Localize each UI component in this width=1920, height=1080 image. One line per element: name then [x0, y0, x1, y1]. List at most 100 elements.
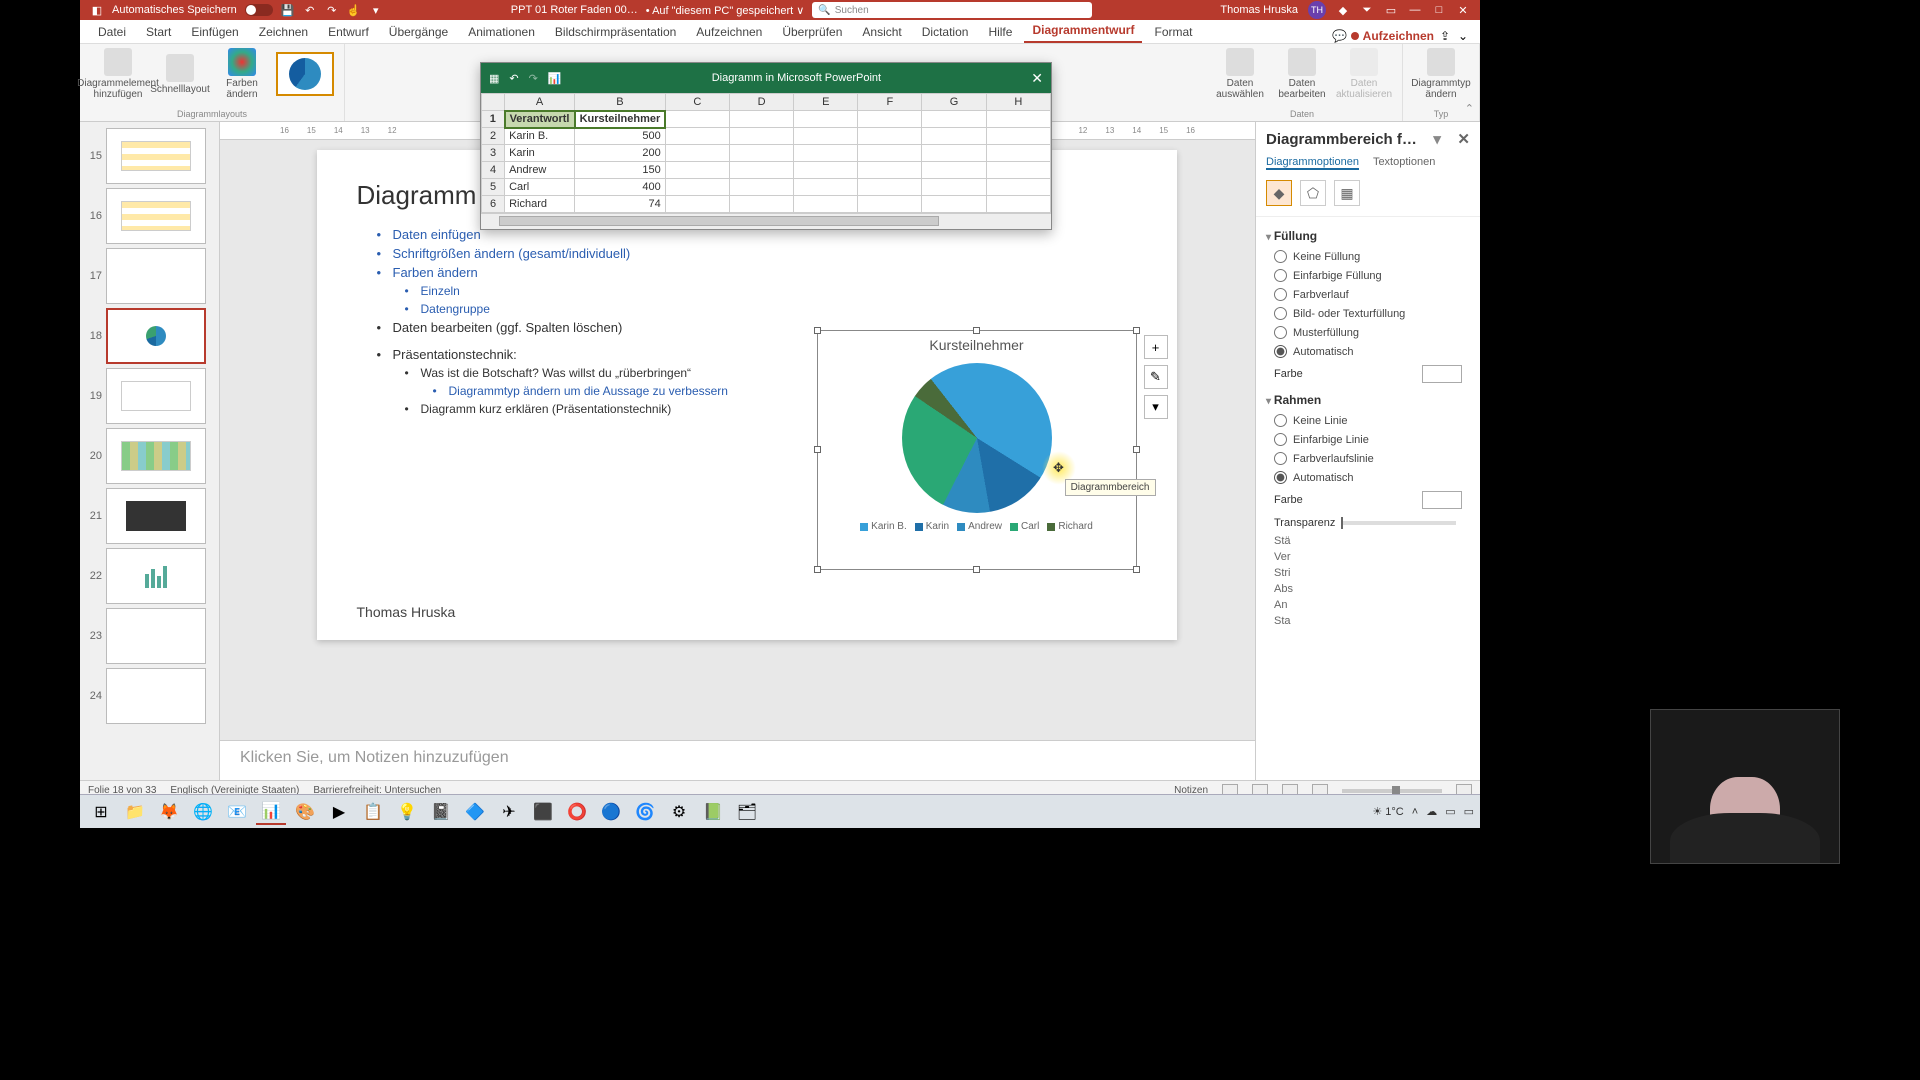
datasheet-h-scrollbar[interactable]: [481, 213, 1051, 229]
taskbar-app-icon[interactable]: 📋: [358, 799, 388, 825]
column-header[interactable]: D: [729, 94, 793, 111]
column-header[interactable]: H: [986, 94, 1050, 111]
zoom-slider[interactable]: [1342, 789, 1442, 793]
column-header[interactable]: A: [505, 94, 575, 111]
thumb-17[interactable]: 17: [80, 246, 219, 306]
start-button[interactable]: ⊞: [86, 799, 116, 825]
pie-chart[interactable]: [902, 363, 1052, 513]
settings-icon[interactable]: ⚙: [664, 799, 694, 825]
chart-title[interactable]: Kursteilnehmer: [818, 331, 1136, 359]
tab-hilfe[interactable]: Hilfe: [980, 21, 1020, 43]
thumb-18[interactable]: 18: [80, 306, 219, 366]
row-header[interactable]: 4: [482, 162, 505, 179]
taskbar-app-icon[interactable]: 🔷: [460, 799, 490, 825]
taskbar-app-icon[interactable]: 🌀: [630, 799, 660, 825]
resize-handle[interactable]: [973, 566, 980, 573]
cell[interactable]: Carl: [505, 179, 575, 196]
cell[interactable]: 200: [575, 145, 666, 162]
tab-format[interactable]: Format: [1146, 21, 1200, 43]
datasheet-chart-icon[interactable]: 📊: [548, 72, 562, 85]
ribbon-collapse-icon[interactable]: ⌃: [1465, 102, 1474, 115]
save-status[interactable]: • Auf "diesem PC" gespeichert ∨: [646, 4, 805, 17]
chart-legend[interactable]: Karin B. Karin Andrew Carl Richard: [818, 521, 1136, 532]
taskbar-app-icon[interactable]: 🗂: [732, 799, 762, 825]
transparency-slider[interactable]: [1341, 521, 1456, 525]
refresh-data-button[interactable]: Daten aktualisieren: [1336, 48, 1392, 100]
fill-color-picker[interactable]: [1422, 365, 1462, 383]
tab-bildschirm[interactable]: Bildschirmpräsentation: [547, 21, 684, 43]
tab-aufzeichnen[interactable]: Aufzeichnen: [688, 21, 770, 43]
vlc-icon[interactable]: ▶: [324, 799, 354, 825]
fill-option[interactable]: Keine Füllung: [1266, 247, 1470, 266]
user-avatar[interactable]: TH: [1308, 1, 1326, 19]
close-icon[interactable]: ✕: [1456, 3, 1470, 17]
column-header[interactable]: E: [794, 94, 858, 111]
select-all-cell[interactable]: [482, 94, 505, 111]
chart-styles-button[interactable]: ✎: [1144, 365, 1168, 389]
comments-icon[interactable]: 💬: [1333, 29, 1347, 43]
thumb-19[interactable]: 19: [80, 366, 219, 426]
tab-entwurf[interactable]: Entwurf: [320, 21, 377, 43]
outlook-icon[interactable]: 📧: [222, 799, 252, 825]
bullet[interactable]: Farben ändern: [377, 265, 1137, 280]
taskbar-app-icon[interactable]: ⭕: [562, 799, 592, 825]
row-header[interactable]: 3: [482, 145, 505, 162]
system-tray[interactable]: ☀ 1°C ˄ ☁ ▭ ▭: [1372, 805, 1474, 818]
datasheet-redo-icon[interactable]: ↷: [529, 72, 538, 85]
chart-filter-button[interactable]: ▾: [1144, 395, 1168, 419]
thumb-24[interactable]: 24: [80, 666, 219, 726]
onenote-icon[interactable]: 📓: [426, 799, 456, 825]
resize-handle[interactable]: [814, 446, 821, 453]
taskbar-app-icon[interactable]: 🎨: [290, 799, 320, 825]
border-option[interactable]: Automatisch: [1266, 468, 1470, 487]
effects-icon[interactable]: ⬠: [1300, 180, 1326, 206]
chrome-icon[interactable]: 🌐: [188, 799, 218, 825]
chart-datasheet-window[interactable]: ▦ ↶ ↷ 📊 Diagramm in Microsoft PowerPoint…: [480, 62, 1052, 230]
resize-handle[interactable]: [1133, 327, 1140, 334]
cell[interactable]: 500: [575, 128, 666, 145]
maximize-icon[interactable]: □: [1432, 3, 1446, 17]
thumb-23[interactable]: 23: [80, 606, 219, 666]
explorer-icon[interactable]: 📁: [120, 799, 150, 825]
add-chart-element-button[interactable]: Diagrammelement hinzufügen: [90, 48, 146, 100]
thumb-15[interactable]: 15: [80, 126, 219, 186]
size-properties-icon[interactable]: ▦: [1334, 180, 1360, 206]
change-colors-button[interactable]: Farben ändern: [214, 48, 270, 100]
border-option[interactable]: Keine Linie: [1266, 411, 1470, 430]
close-pane-icon[interactable]: ✕: [1457, 130, 1470, 148]
cell[interactable]: Karin B.: [505, 128, 575, 145]
record-button[interactable]: Aufzeichnen: [1351, 29, 1434, 43]
select-data-button[interactable]: Daten auswählen: [1212, 48, 1268, 100]
slide-author[interactable]: Thomas Hruska: [357, 604, 456, 620]
row-header[interactable]: 1: [482, 111, 505, 128]
cell[interactable]: Richard: [505, 196, 575, 213]
tab-datei[interactable]: Datei: [90, 21, 134, 43]
tab-uebergaenge[interactable]: Übergänge: [381, 21, 456, 43]
row-header[interactable]: 5: [482, 179, 505, 196]
window-icon[interactable]: ▭: [1384, 3, 1398, 17]
cell[interactable]: Verantwortl: [505, 111, 575, 128]
truncated-option[interactable]: Stä: [1266, 533, 1470, 549]
chevron-down-icon[interactable]: ▾: [1433, 130, 1441, 148]
change-chart-type-button[interactable]: Diagrammtyp ändern: [1413, 48, 1469, 100]
cell[interactable]: 74: [575, 196, 666, 213]
bullet[interactable]: Schriftgrößen ändern (gesamt/individuell…: [377, 246, 1137, 261]
telegram-icon[interactable]: ✈: [494, 799, 524, 825]
border-color-picker[interactable]: [1422, 491, 1462, 509]
collapse-ribbon-icon[interactable]: ⌄: [1456, 29, 1470, 43]
row-header[interactable]: 6: [482, 196, 505, 213]
fill-option[interactable]: Bild- oder Texturfüllung: [1266, 304, 1470, 323]
thumb-20[interactable]: 20: [80, 426, 219, 486]
thumb-16[interactable]: 16: [80, 186, 219, 246]
chart-add-element-button[interactable]: +: [1144, 335, 1168, 359]
tray-chevron-icon[interactable]: ˄: [1412, 806, 1418, 818]
quick-layout-button[interactable]: Schnelllayout: [152, 54, 208, 95]
save-icon[interactable]: 💾: [281, 3, 295, 17]
diamond-icon[interactable]: ◆: [1336, 3, 1350, 17]
bullet[interactable]: Einzeln: [405, 284, 1137, 298]
edit-data-button[interactable]: Daten bearbeiten: [1274, 48, 1330, 100]
bullet[interactable]: Datengruppe: [405, 302, 1137, 316]
tab-start[interactable]: Start: [138, 21, 179, 43]
notes-pane[interactable]: Klicken Sie, um Notizen hinzuzufügen: [220, 740, 1255, 780]
powerpoint-icon[interactable]: 📊: [256, 799, 286, 825]
